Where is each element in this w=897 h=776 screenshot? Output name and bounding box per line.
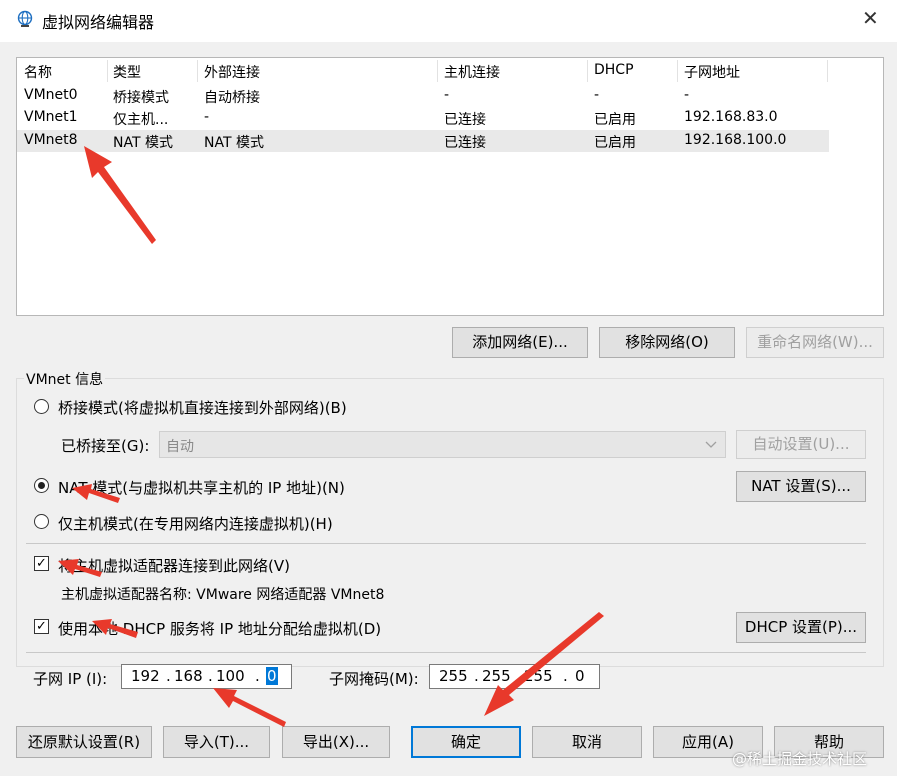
mask-octet-2[interactable]: 255 — [482, 667, 511, 685]
cell-host: 已连接 — [444, 135, 486, 151]
auto-settings-button[interactable]: 自动设置(U)... — [736, 430, 866, 459]
cell-type: 仅主机... — [113, 112, 169, 128]
divider — [26, 652, 866, 653]
cell-type: 桥接模式 — [113, 90, 169, 106]
table-row[interactable]: VMnet1 仅主机... - 已连接 已启用 192.168.83.0 — [17, 107, 829, 129]
connect-adapter-checkbox[interactable]: ✓ — [34, 556, 49, 571]
window-title: 虚拟网络编辑器 — [42, 13, 155, 32]
nat-mode-label[interactable]: NAT 模式(与虚拟机共享主机的 IP 地址)(N) — [58, 477, 345, 498]
adapter-name-text: 主机虚拟适配器名称: VMware 网络适配器 VMnet8 — [61, 587, 385, 603]
table-row-selected[interactable]: VMnet8 NAT 模式 NAT 模式 已连接 已启用 192.168.100… — [17, 130, 829, 152]
ip-dot: . — [166, 667, 171, 685]
bridged-to-value: 自动 — [166, 439, 194, 455]
cell-external: - — [204, 109, 210, 125]
group-title: VMnet 信息 — [24, 369, 106, 389]
cell-subnet: 192.168.100.0 — [684, 132, 787, 148]
dhcp-checkbox[interactable]: ✓ — [34, 619, 49, 634]
dhcp-label[interactable]: 使用本地 DHCP 服务将 IP 地址分配给虚拟机(D) — [58, 618, 381, 639]
column-header-type[interactable]: 类型 — [113, 62, 141, 82]
bridged-to-label: 已桥接至(G): — [61, 437, 150, 455]
host-only-label[interactable]: 仅主机模式(在专用网络内连接虚拟机)(H) — [58, 513, 333, 534]
chevron-down-icon — [705, 441, 717, 448]
column-divider[interactable] — [587, 60, 588, 82]
cell-dhcp: 已启用 — [594, 112, 636, 128]
cell-host: 已连接 — [444, 112, 486, 128]
mask-octet-1[interactable]: 255 — [439, 667, 468, 685]
mask-octet-3[interactable]: 255 — [524, 667, 553, 685]
ok-button[interactable]: 确定 — [411, 726, 521, 758]
radio-selected-dot — [38, 482, 45, 489]
ip-octet-4[interactable]: 0 — [266, 667, 278, 685]
globe-icon — [17, 10, 33, 27]
cell-subnet: - — [684, 87, 690, 103]
column-divider[interactable] — [107, 60, 108, 82]
import-button[interactable]: 导入(T)... — [163, 726, 270, 758]
cell-name: VMnet1 — [24, 109, 78, 125]
divider — [26, 543, 866, 544]
nat-mode-radio[interactable] — [34, 478, 49, 493]
restore-defaults-button[interactable]: 还原默认设置(R) — [16, 726, 152, 758]
ip-dot: . — [516, 667, 521, 685]
cell-subnet: 192.168.83.0 — [684, 109, 778, 125]
column-divider[interactable] — [677, 60, 678, 82]
column-header-external[interactable]: 外部连接 — [204, 62, 260, 82]
cell-host: - — [444, 87, 450, 103]
connect-adapter-label[interactable]: 将主机虚拟适配器连接到此网络(V) — [58, 555, 290, 576]
close-button[interactable]: ✕ — [862, 8, 879, 28]
annotation-arrow — [213, 688, 286, 727]
bridge-mode-label[interactable]: 桥接模式(将虚拟机直接连接到外部网络)(B) — [58, 397, 347, 418]
cell-dhcp: 已启用 — [594, 135, 636, 151]
subnet-mask-label: 子网掩码(M): — [329, 670, 419, 688]
column-header-host[interactable]: 主机连接 — [444, 62, 500, 82]
column-divider[interactable] — [437, 60, 438, 82]
cell-external: 自动桥接 — [204, 90, 260, 106]
subnet-ip-label: 子网 IP (I): — [33, 670, 108, 688]
ip-octet-3[interactable]: 100 — [216, 667, 245, 685]
subnet-ip-input[interactable]: 192 . 168 . 100 . 0 — [121, 664, 292, 689]
subnet-mask-input[interactable]: 255 . 255 . 255 . 0 — [429, 664, 600, 689]
table-row[interactable]: VMnet0 桥接模式 自动桥接 - - - — [17, 85, 829, 107]
cell-name: VMnet0 — [24, 87, 78, 103]
column-divider[interactable] — [827, 60, 828, 82]
cell-type: NAT 模式 — [113, 135, 173, 151]
add-network-button[interactable]: 添加网络(E)... — [452, 327, 588, 358]
mask-octet-4[interactable]: 0 — [575, 667, 585, 685]
cell-external: NAT 模式 — [204, 135, 264, 151]
rename-network-button[interactable]: 重命名网络(W)... — [746, 327, 884, 358]
column-header-subnet[interactable]: 子网地址 — [684, 62, 740, 82]
ip-dot: . — [208, 667, 213, 685]
export-button[interactable]: 导出(X)... — [282, 726, 390, 758]
check-icon: ✓ — [36, 619, 47, 634]
ip-dot: . — [563, 667, 568, 685]
bridged-to-select[interactable]: 自动 — [159, 431, 726, 458]
bridge-mode-radio[interactable] — [34, 399, 49, 414]
remove-network-button[interactable]: 移除网络(O) — [599, 327, 735, 358]
dhcp-settings-button[interactable]: DHCP 设置(P)... — [736, 612, 866, 643]
cancel-button[interactable]: 取消 — [532, 726, 642, 758]
cell-name: VMnet8 — [24, 132, 78, 148]
ip-dot: . — [474, 667, 479, 685]
watermark-text: @稀土掘金技术社区 — [732, 750, 868, 768]
ip-octet-1[interactable]: 192 — [131, 667, 160, 685]
column-divider[interactable] — [197, 60, 198, 82]
host-only-radio[interactable] — [34, 514, 49, 529]
ip-dot: . — [255, 667, 260, 685]
ip-octet-2[interactable]: 168 — [174, 667, 203, 685]
network-list[interactable]: 名称 类型 外部连接 主机连接 DHCP 子网地址 VMnet0 桥接模式 自动… — [16, 57, 884, 316]
column-header-dhcp[interactable]: DHCP — [594, 62, 634, 82]
cell-dhcp: - — [594, 87, 600, 103]
nat-settings-button[interactable]: NAT 设置(S)... — [736, 471, 866, 502]
check-icon: ✓ — [36, 556, 47, 571]
column-header-name[interactable]: 名称 — [24, 62, 52, 82]
